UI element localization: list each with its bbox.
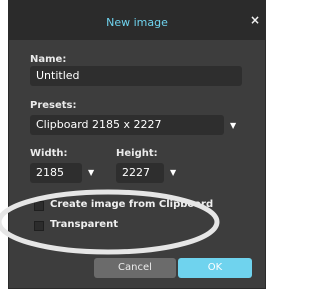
name-label: Name:	[30, 54, 67, 65]
name-field[interactable]: Untitled	[30, 66, 242, 86]
chevron-down-icon[interactable]: ▼	[88, 168, 94, 177]
transparent-checkbox[interactable]	[34, 221, 44, 231]
transparent-label[interactable]: Transparent	[50, 219, 118, 230]
create-from-clipboard-checkbox[interactable]	[34, 201, 44, 211]
chevron-down-icon[interactable]: ▼	[170, 168, 176, 177]
cancel-button[interactable]: Cancel	[94, 258, 176, 278]
dialog-titlebar: New image ×	[8, 0, 266, 40]
close-icon[interactable]: ×	[250, 13, 260, 27]
ok-button[interactable]: OK	[178, 258, 252, 278]
height-label: Height:	[116, 148, 158, 159]
width-field[interactable]: 2185	[30, 163, 82, 183]
presets-select[interactable]: Clipboard 2185 x 2227	[30, 115, 224, 135]
width-label: Width:	[30, 148, 68, 159]
dialog-title: New image	[106, 16, 168, 29]
create-from-clipboard-label[interactable]: Create image from Clipboard	[50, 199, 213, 210]
height-field[interactable]: 2227	[116, 163, 164, 183]
presets-label: Presets:	[30, 100, 77, 111]
new-image-dialog: New image × Name: Untitled Presets: Clip…	[8, 0, 266, 289]
chevron-down-icon[interactable]: ▼	[230, 121, 236, 130]
